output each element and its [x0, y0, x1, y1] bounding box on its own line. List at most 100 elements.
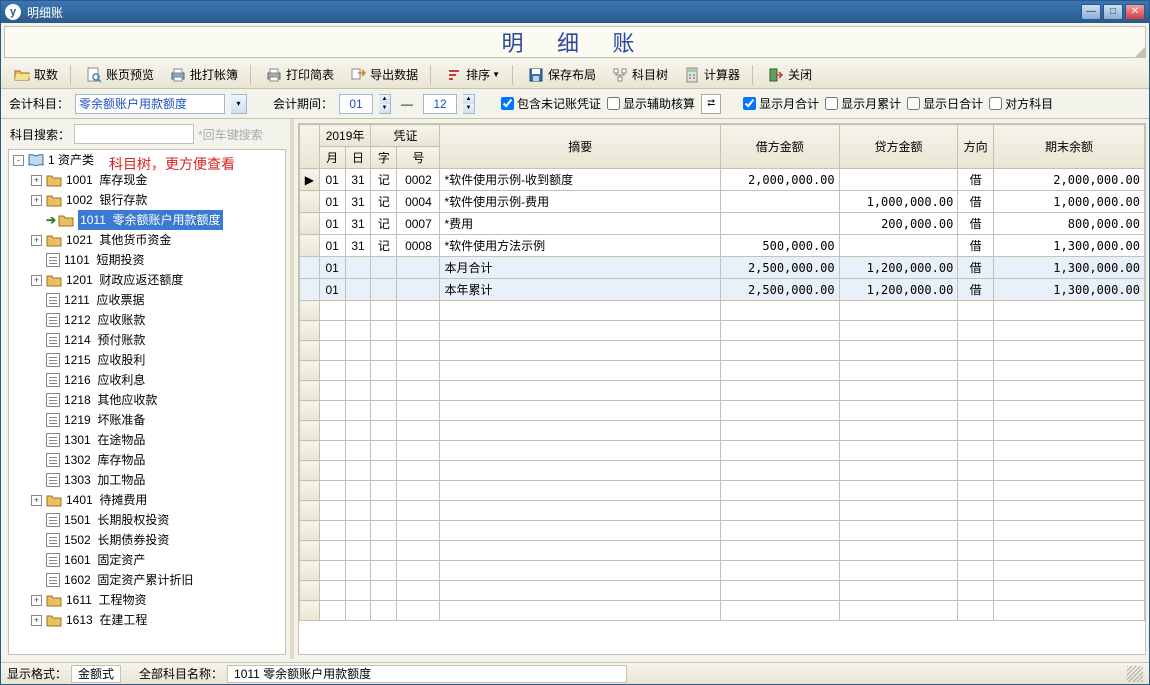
- tree-item-1101[interactable]: 1101 短期投资: [31, 250, 285, 270]
- close-toolbar-button[interactable]: 关闭: [761, 63, 819, 86]
- tree-item-label: 1501 长期股权投资: [64, 510, 169, 530]
- tree-item-1303[interactable]: 1303 加工物品: [31, 470, 285, 490]
- table-row-empty: [300, 441, 1145, 461]
- tree-item-1021[interactable]: +1021 其他货币资金: [31, 230, 285, 250]
- resize-grip-icon[interactable]: [1127, 666, 1143, 682]
- period-from-input[interactable]: [339, 94, 373, 114]
- tree-item-1214[interactable]: 1214 预付账款: [31, 330, 285, 350]
- tree-item-1212[interactable]: 1212 应收账款: [31, 310, 285, 330]
- tree-item-1613[interactable]: +1613 在建工程: [31, 610, 285, 630]
- expand-icon[interactable]: +: [31, 275, 42, 286]
- period-to-input[interactable]: [423, 94, 457, 114]
- table-row-empty: [300, 601, 1145, 621]
- table-row-empty: [300, 581, 1145, 601]
- show-month-cum-checkbox[interactable]: 显示月累计: [825, 95, 901, 112]
- month-header[interactable]: 月: [319, 147, 345, 169]
- tree-item-1201[interactable]: +1201 财政应返还额度: [31, 270, 285, 290]
- summary-header[interactable]: 摘要: [440, 125, 720, 169]
- tree-item-1401[interactable]: +1401 待摊费用: [31, 490, 285, 510]
- subject-tree[interactable]: 科目树，更方便查看 - 1 资产类 +1001 库存现金+1002 银行存款➔1…: [8, 149, 286, 655]
- print-simple-button[interactable]: 打印简表: [259, 63, 341, 86]
- table-row[interactable]: 01本月合计2,500,000.001,200,000.00借1,300,000…: [300, 257, 1145, 279]
- expand-icon[interactable]: +: [31, 195, 42, 206]
- tree-item-1302[interactable]: 1302 库存物品: [31, 450, 285, 470]
- subject-dropdown-button[interactable]: ▾: [231, 94, 247, 114]
- tree-item-1216[interactable]: 1216 应收利息: [31, 370, 285, 390]
- format-value[interactable]: 金额式: [71, 665, 121, 683]
- batch-print-button[interactable]: 批打帐簿: [163, 63, 245, 86]
- folder-icon: [46, 273, 62, 287]
- table-row[interactable]: 0131记0008*软件使用方法示例500,000.00借1,300,000.0…: [300, 235, 1145, 257]
- search-input[interactable]: [74, 124, 194, 144]
- title-bar: y 明细账 — □ ✕: [1, 1, 1149, 23]
- credit-header[interactable]: 贷方金额: [839, 125, 958, 169]
- subject-tree-button[interactable]: 科目树: [605, 63, 675, 86]
- subject-input[interactable]: [75, 94, 225, 114]
- year-header[interactable]: 2019年: [319, 125, 371, 147]
- dir-header[interactable]: 方向: [958, 125, 994, 169]
- period-from-spinner[interactable]: ▲▼: [379, 94, 391, 114]
- magnify-page-icon: [86, 67, 102, 83]
- expand-icon[interactable]: +: [31, 615, 42, 626]
- maximize-button[interactable]: □: [1103, 4, 1123, 20]
- tree-item-1301[interactable]: 1301 在途物品: [31, 430, 285, 450]
- table-row[interactable]: ▶0131记0002*软件使用示例-收到额度2,000,000.00借2,000…: [300, 169, 1145, 191]
- tree-item-1002[interactable]: +1002 银行存款: [31, 190, 285, 210]
- type-header[interactable]: 字: [371, 147, 397, 169]
- tree-item-label: 1218 其他应收款: [64, 390, 157, 410]
- save-icon: [528, 67, 544, 83]
- tree-item-1011[interactable]: ➔1011 零余额账户用款额度: [31, 210, 285, 230]
- no-header[interactable]: 号: [397, 147, 440, 169]
- page-icon: [46, 453, 60, 467]
- tree-item-label: 1301 在途物品: [64, 430, 145, 450]
- table-row[interactable]: 0131记0007*费用200,000.00借800,000.00: [300, 213, 1145, 235]
- tree-item-1215[interactable]: 1215 应收股利: [31, 350, 285, 370]
- aux-settings-button[interactable]: ⮂: [701, 94, 721, 114]
- save-layout-button[interactable]: 保存布局: [521, 63, 603, 86]
- tree-item-1219[interactable]: 1219 坏账准备: [31, 410, 285, 430]
- calculator-button[interactable]: 计算器: [677, 63, 747, 86]
- export-button[interactable]: 导出数据: [343, 63, 425, 86]
- expand-icon[interactable]: +: [31, 595, 42, 606]
- tree-item-label: 1303 加工物品: [64, 470, 145, 490]
- opp-subject-checkbox[interactable]: 对方科目: [989, 95, 1053, 112]
- page-icon: [46, 413, 60, 427]
- voucher-header[interactable]: 凭证: [371, 125, 440, 147]
- debit-header[interactable]: 借方金额: [720, 125, 839, 169]
- tree-item-1211[interactable]: 1211 应收票据: [31, 290, 285, 310]
- expand-icon[interactable]: +: [31, 235, 42, 246]
- period-label: 会计期间：: [273, 95, 333, 112]
- tree-item-1218[interactable]: 1218 其他应收款: [31, 390, 285, 410]
- tree-item-label: 1201 财政应返还额度: [66, 270, 183, 290]
- row-pointer: [300, 279, 320, 301]
- close-button[interactable]: ✕: [1125, 4, 1145, 20]
- table-row-empty: [300, 481, 1145, 501]
- page-preview-button[interactable]: 账页预览: [79, 63, 161, 86]
- sort-button[interactable]: 排序▼: [439, 63, 507, 86]
- folder-icon: [58, 213, 74, 227]
- expand-icon[interactable]: +: [31, 495, 42, 506]
- minimize-button[interactable]: —: [1081, 4, 1101, 20]
- table-row[interactable]: 01本年累计2,500,000.001,200,000.00借1,300,000…: [300, 279, 1145, 301]
- include-unposted-checkbox[interactable]: 包含未记账凭证: [501, 95, 601, 112]
- ledger-grid[interactable]: 2019年 凭证 摘要 借方金额 贷方金额 方向 期末余额 月 日 字: [298, 123, 1146, 655]
- show-aux-checkbox[interactable]: 显示辅助核算: [607, 95, 695, 112]
- show-month-checkbox[interactable]: 显示月合计: [743, 95, 819, 112]
- collapse-icon[interactable]: -: [13, 155, 24, 166]
- table-row[interactable]: 0131记0004*软件使用示例-费用1,000,000.00借1,000,00…: [300, 191, 1145, 213]
- period-to-spinner[interactable]: ▲▼: [463, 94, 475, 114]
- tree-item-1501[interactable]: 1501 长期股权投资: [31, 510, 285, 530]
- balance-header[interactable]: 期末余额: [993, 125, 1144, 169]
- table-row-empty: [300, 401, 1145, 421]
- tree-item-1602[interactable]: 1602 固定资产累计折旧: [31, 570, 285, 590]
- tree-item-1502[interactable]: 1502 长期债券投资: [31, 530, 285, 550]
- expand-icon[interactable]: +: [31, 175, 42, 186]
- tree-item-1611[interactable]: +1611 工程物资: [31, 590, 285, 610]
- day-header[interactable]: 日: [345, 147, 371, 169]
- tree-item-1601[interactable]: 1601 固定资产: [31, 550, 285, 570]
- right-panel: 2019年 凭证 摘要 借方金额 贷方金额 方向 期末余额 月 日 字: [294, 119, 1146, 659]
- tree-item-label: 1602 固定资产累计折旧: [64, 570, 193, 590]
- show-day-checkbox[interactable]: 显示日合计: [907, 95, 983, 112]
- app-window: y 明细账 — □ ✕ 明 细 账 取数 账页预览 批打帐簿 打印简表 导出数据…: [0, 0, 1150, 685]
- fetch-button[interactable]: 取数: [7, 63, 65, 86]
